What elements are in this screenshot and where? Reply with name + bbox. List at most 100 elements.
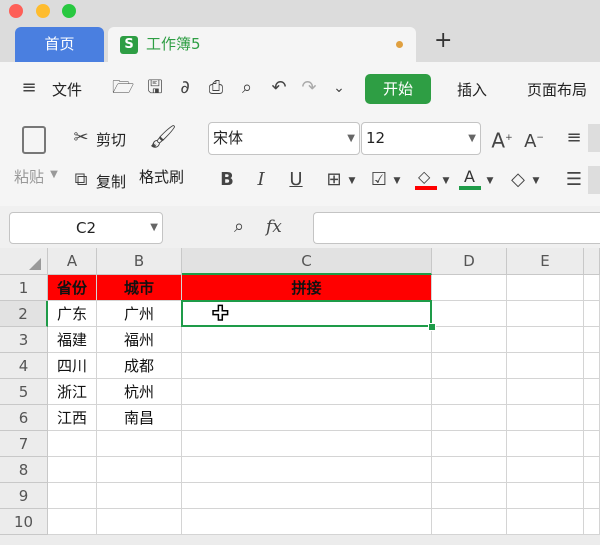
row-header-3[interactable]: 3	[0, 327, 48, 353]
font-name-select[interactable]: 宋体 ▼	[208, 122, 360, 155]
print-icon[interactable]: ⎙	[205, 77, 227, 99]
column-header-extra[interactable]	[584, 248, 600, 275]
cell-b1[interactable]: 城市	[97, 275, 182, 301]
cell-extra-8[interactable]	[584, 457, 600, 483]
cell-a10[interactable]	[48, 509, 97, 535]
ribbon-tab-page-layout[interactable]: 页面布局	[527, 79, 587, 100]
row-header-4[interactable]: 4	[0, 353, 48, 379]
cell-style-dropdown-icon[interactable]: ▼	[392, 170, 402, 192]
bold-icon[interactable]: B	[216, 169, 238, 191]
fill-handle[interactable]	[428, 323, 436, 331]
borders-dropdown-icon[interactable]: ▼	[347, 170, 357, 192]
minimize-window-button[interactable]	[36, 4, 50, 18]
increase-font-icon[interactable]: A+	[489, 127, 515, 152]
cell-e3[interactable]	[507, 327, 584, 353]
copy-button[interactable]: 复制	[96, 171, 126, 192]
more-dropdown-icon[interactable]: ⌄	[328, 77, 350, 99]
format-painter-button[interactable]: 格式刷	[139, 166, 184, 187]
font-size-select[interactable]: 12 ▼	[361, 122, 481, 155]
save-icon[interactable]: 🖫	[144, 77, 166, 99]
paste-icon[interactable]	[22, 126, 46, 154]
row-header-5[interactable]: 5	[0, 379, 48, 405]
cell-d1[interactable]	[432, 275, 507, 301]
tab-home[interactable]: 首页	[15, 27, 104, 62]
fx-button[interactable]: fx	[266, 217, 282, 237]
cell-a7[interactable]	[48, 431, 97, 457]
cell-b8[interactable]	[97, 457, 182, 483]
cell-b10[interactable]	[97, 509, 182, 535]
print-preview-icon[interactable]: ⌕	[236, 77, 258, 99]
open-folder-icon[interactable]: 🗁	[112, 77, 134, 99]
cell-extra-9[interactable]	[584, 483, 600, 509]
cell-b9[interactable]	[97, 483, 182, 509]
cell-e10[interactable]	[507, 509, 584, 535]
wrap-text-toggle[interactable]	[588, 124, 600, 152]
cell-c5[interactable]	[182, 379, 432, 405]
file-menu[interactable]: 文件	[52, 79, 82, 100]
cell-c6[interactable]	[182, 405, 432, 431]
menu-icon[interactable]: ≡	[18, 77, 40, 99]
cell-d8[interactable]	[432, 457, 507, 483]
column-header-e[interactable]: E	[507, 248, 584, 275]
clear-format-icon[interactable]: ◇	[507, 169, 529, 191]
cut-button[interactable]: 剪切	[96, 129, 126, 150]
cell-c7[interactable]	[182, 431, 432, 457]
fill-color-icon[interactable]: ◇	[415, 167, 437, 191]
font-color-dropdown-icon[interactable]: ▼	[485, 170, 495, 192]
font-color-icon[interactable]: A	[459, 167, 481, 191]
cell-extra-3[interactable]	[584, 327, 600, 353]
cell-extra-1[interactable]	[584, 275, 600, 301]
cell-b4[interactable]: 成都	[97, 353, 182, 379]
cell-c1[interactable]: 拼接	[182, 275, 432, 301]
ribbon-tab-start[interactable]: 开始	[365, 74, 431, 104]
undo-icon[interactable]: ↶	[268, 77, 290, 99]
merge-cells-toggle[interactable]	[588, 166, 600, 194]
formula-input[interactable]	[313, 212, 600, 244]
cell-c9[interactable]	[182, 483, 432, 509]
cell-e4[interactable]	[507, 353, 584, 379]
copy-icon[interactable]: ⧉	[70, 169, 92, 191]
row-header-7[interactable]: 7	[0, 431, 48, 457]
cell-a2[interactable]: 广东	[48, 301, 97, 327]
tab-document[interactable]: S 工作簿5	[108, 27, 416, 62]
cell-a6[interactable]: 江西	[48, 405, 97, 431]
cell-e9[interactable]	[507, 483, 584, 509]
cell-d6[interactable]	[432, 405, 507, 431]
scissors-icon[interactable]: ✂	[70, 127, 92, 149]
select-all-corner[interactable]	[0, 248, 48, 275]
cell-e7[interactable]	[507, 431, 584, 457]
clear-format-dropdown-icon[interactable]: ▼	[531, 170, 541, 192]
cell-d5[interactable]	[432, 379, 507, 405]
new-tab-button[interactable]: +	[434, 28, 452, 53]
align-left-icon[interactable]: ☰	[563, 169, 585, 191]
column-header-d[interactable]: D	[432, 248, 507, 275]
paste-button[interactable]: 粘贴	[14, 166, 44, 187]
italic-icon[interactable]: I	[250, 169, 272, 191]
ribbon-tab-insert[interactable]: 插入	[457, 79, 487, 100]
fill-color-dropdown-icon[interactable]: ▼	[441, 170, 451, 192]
cell-a1[interactable]: 省份	[48, 275, 97, 301]
cell-a8[interactable]	[48, 457, 97, 483]
format-painter-icon[interactable]: 🖌	[149, 127, 177, 149]
cloud-save-icon[interactable]: ∂	[174, 77, 196, 99]
cell-c8[interactable]	[182, 457, 432, 483]
column-header-b[interactable]: B	[97, 248, 182, 275]
column-header-a[interactable]: A	[48, 248, 97, 275]
decrease-font-icon[interactable]: A−	[521, 127, 547, 153]
row-header-6[interactable]: 6	[0, 405, 48, 431]
cell-c10[interactable]	[182, 509, 432, 535]
row-header-2[interactable]: 2	[0, 301, 48, 327]
cell-d3[interactable]	[432, 327, 507, 353]
cell-d10[interactable]	[432, 509, 507, 535]
cell-d4[interactable]	[432, 353, 507, 379]
cell-extra-6[interactable]	[584, 405, 600, 431]
cell-a4[interactable]: 四川	[48, 353, 97, 379]
column-header-c[interactable]: C	[182, 248, 432, 275]
row-header-1[interactable]: 1	[0, 275, 48, 301]
cell-b6[interactable]: 南昌	[97, 405, 182, 431]
cell-extra-10[interactable]	[584, 509, 600, 535]
cell-e2[interactable]	[507, 301, 584, 327]
cell-e5[interactable]	[507, 379, 584, 405]
cell-d9[interactable]	[432, 483, 507, 509]
cell-c4[interactable]	[182, 353, 432, 379]
